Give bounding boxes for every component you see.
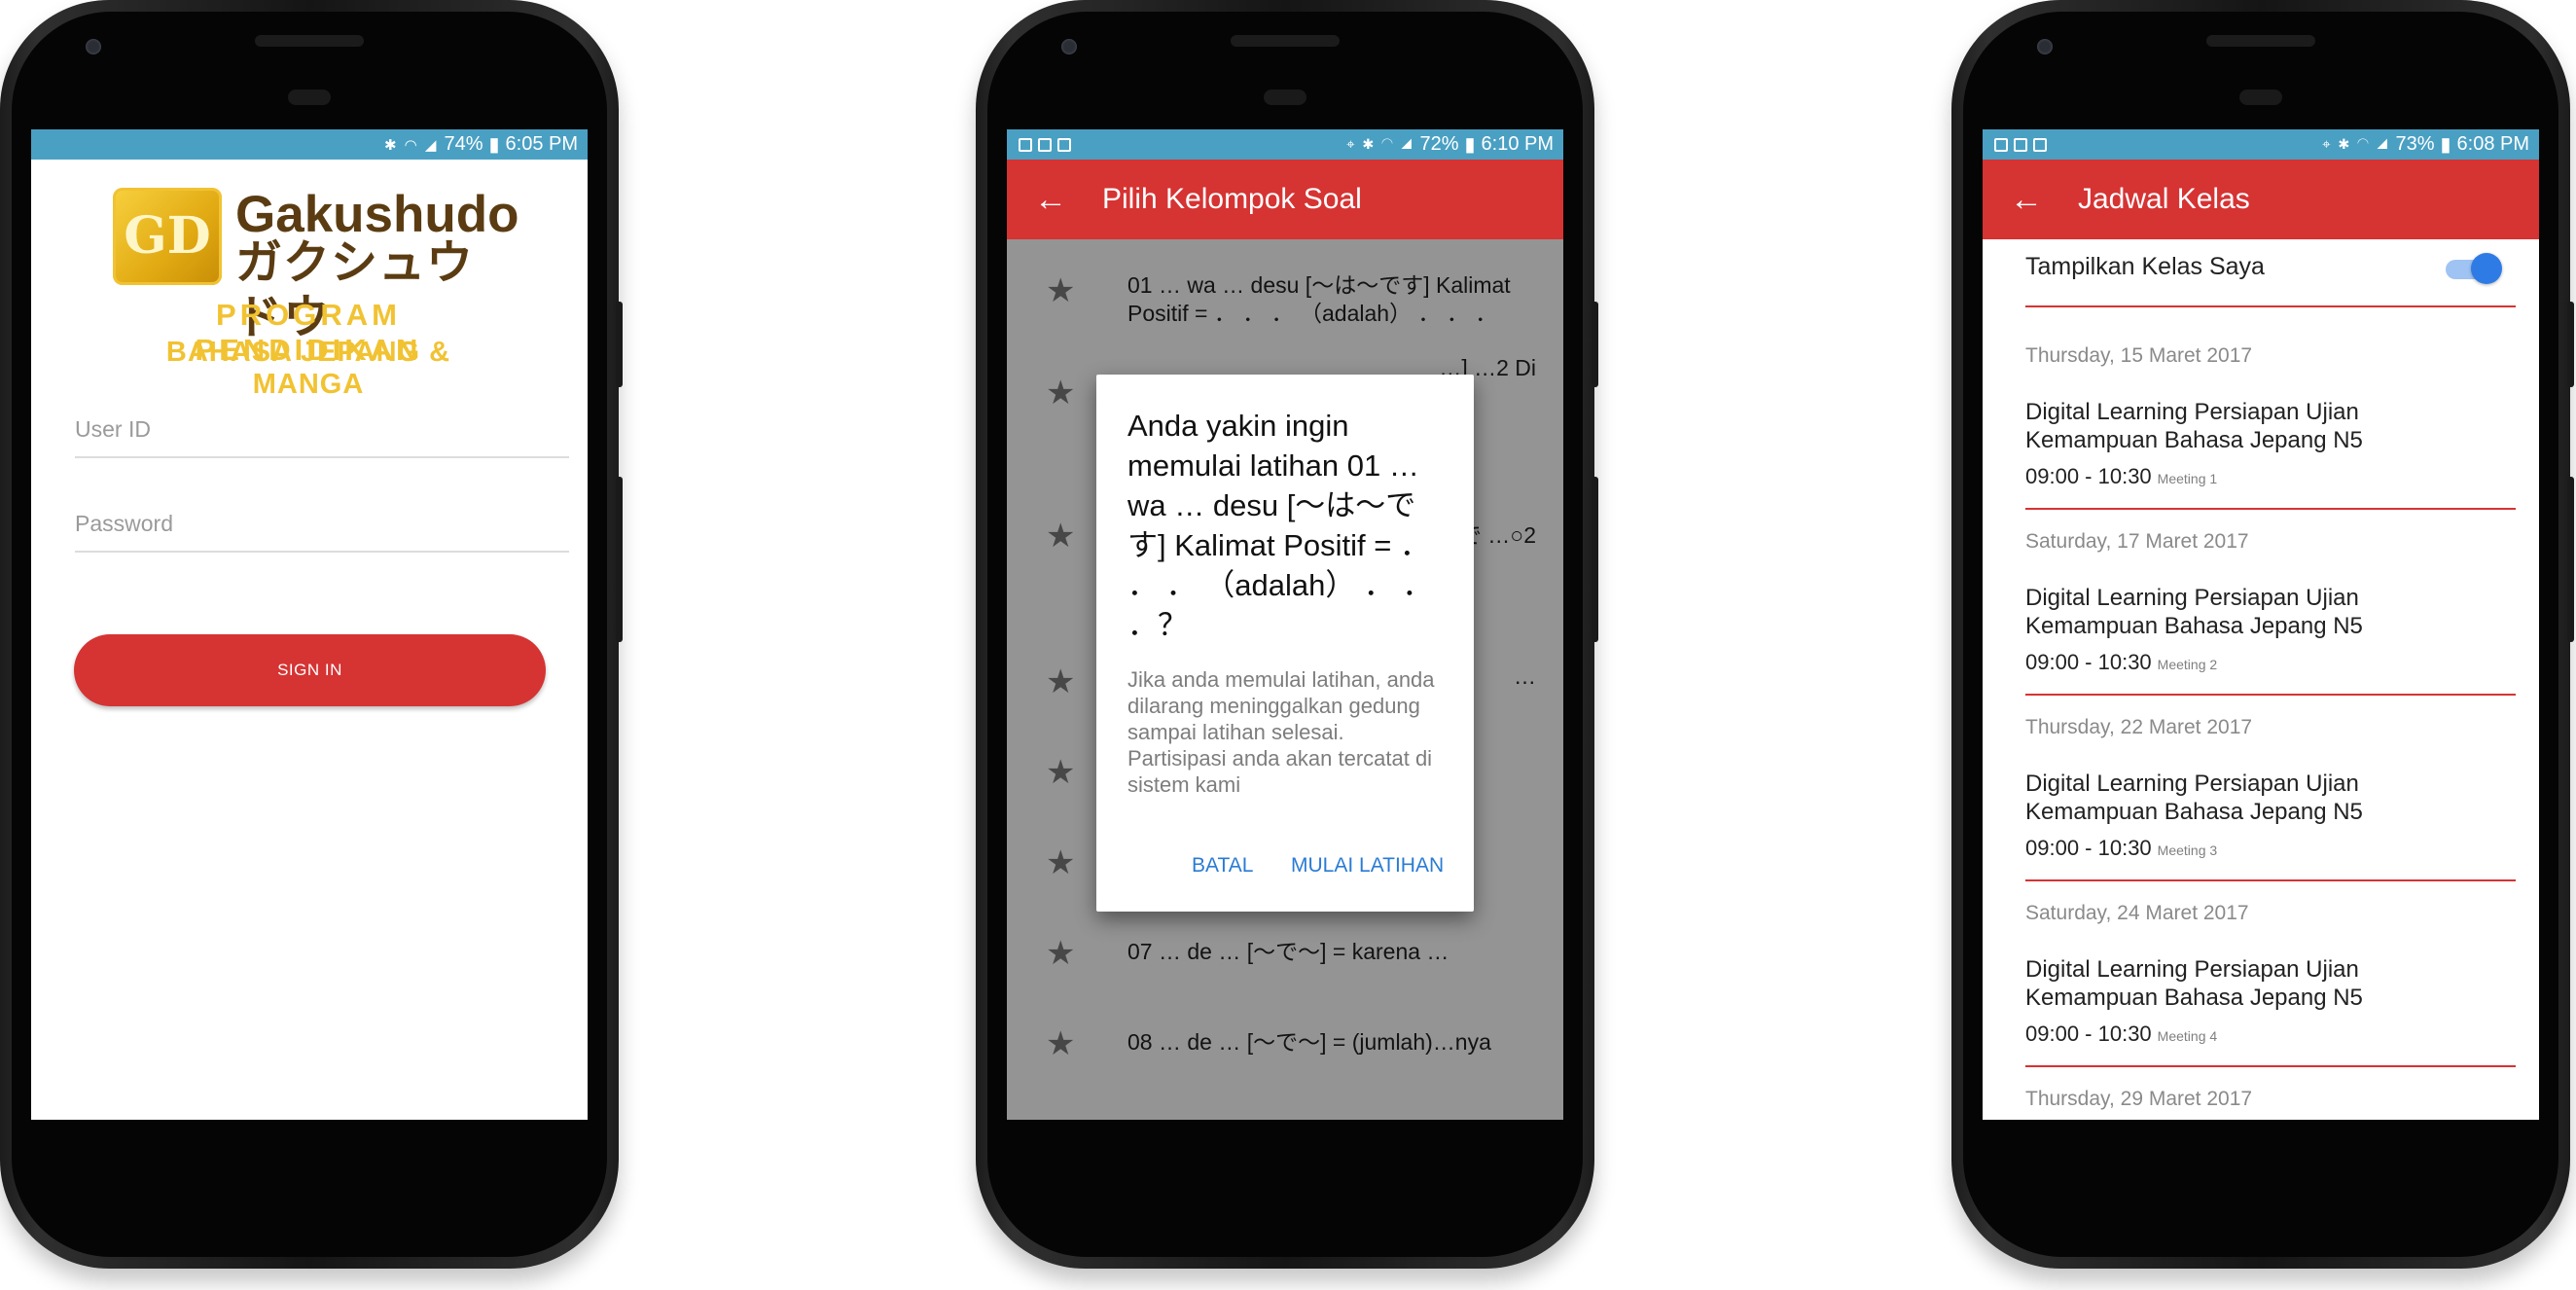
meeting-label: Meeting 1: [2157, 471, 2218, 486]
schedule-time: 09:00 - 10:30 Meeting 1: [2025, 464, 2218, 488]
schedule-date: Thursday, 15 Maret 2017: [2025, 344, 2253, 367]
schedule-time: 09:00 - 10:30 Meeting 4: [2025, 1021, 2218, 1046]
userid-field: [75, 408, 569, 458]
page-title: Pilih Kelompok Soal: [1102, 183, 1362, 215]
phone-question-groups: ⌖ ✱ ◠ ◢ 72% ▮ 6:10 PM ← Pilih Kelompok S…: [976, 0, 1598, 1269]
status-bar: ⌖ ✱ ◠ ◢ 73% ▮ 6:08 PM: [1983, 129, 2539, 160]
userid-input[interactable]: [75, 408, 569, 450]
notification-icons: [1019, 137, 1071, 152]
course-title: Digital Learning Persiapan Ujian Kemampu…: [2025, 399, 2363, 453]
status-bar: ⌖ ✱ ◠ ◢ 72% ▮ 6:10 PM: [1007, 129, 1563, 160]
gd-logo-icon: GD: [113, 188, 222, 285]
dialog-title: Anda yakin ingin memulai latihan 01 … wa…: [1127, 409, 1433, 642]
sensor: [2239, 90, 2282, 105]
status-bar: ✱ ◠ ◢ 74% ▮ 6:05 PM: [31, 129, 588, 160]
clock: 6:10 PM: [1481, 133, 1554, 155]
front-camera: [2037, 39, 2053, 54]
schedule-date: Saturday, 24 Maret 2017: [2025, 902, 2249, 924]
schedule-screen: ⌖ ✱ ◠ ◢ 73% ▮ 6:08 PM ← Jadwal Kelas Tam…: [1983, 129, 2539, 1120]
location-bluetooth-wifi-signal-icon: ⌖ ✱ ◠ ◢: [2322, 136, 2390, 153]
password-input[interactable]: [75, 502, 569, 545]
front-camera: [86, 39, 101, 54]
schedule-time: 09:00 - 10:30 Meeting 3: [2025, 836, 2218, 860]
my-classes-switch[interactable]: [2446, 253, 2502, 284]
back-arrow-icon[interactable]: ←: [1034, 181, 1102, 219]
confirm-dialog: Anda yakin ingin memulai latihan 01 … wa…: [1096, 375, 1474, 912]
power-button: [616, 477, 623, 642]
password-field: [75, 502, 569, 553]
power-button: [2567, 477, 2574, 642]
battery-level: 72%: [1419, 133, 1459, 155]
schedule-date: Thursday, 29 Maret 2017: [2025, 1088, 2253, 1110]
meeting-label: Meeting 3: [2157, 842, 2218, 858]
page-title: Jadwal Kelas: [2078, 183, 2250, 215]
volume-button: [2567, 302, 2574, 387]
earpiece-speaker: [255, 35, 364, 47]
divider: [2025, 879, 2516, 881]
sign-in-button[interactable]: SIGN IN: [74, 634, 546, 706]
logo-subtitle: BAHASA JEPANG & MANGA: [165, 337, 451, 400]
course-title: Digital Learning Persiapan Ujian Kemampu…: [2025, 956, 2363, 1011]
schedule-date: Saturday, 17 Maret 2017: [2025, 530, 2249, 553]
bluetooth-wifi-signal-icon: ✱ ◠ ◢: [383, 136, 439, 154]
switch-knob: [2471, 253, 2502, 284]
course-title: Digital Learning Persiapan Ujian Kemampu…: [2025, 770, 2363, 825]
back-arrow-icon[interactable]: ←: [2010, 181, 2078, 219]
app-bar: ← Jadwal Kelas: [1983, 160, 2539, 239]
start-exercise-button[interactable]: MULAI LATIHAN: [1285, 853, 1449, 878]
clock: 6:05 PM: [505, 133, 578, 155]
meeting-label: Meeting 4: [2157, 1028, 2218, 1044]
battery-icon: ▮: [1464, 134, 1476, 156]
divider: [2025, 508, 2516, 510]
volume-button: [616, 302, 623, 387]
sensor: [288, 90, 331, 105]
notification-icons: [1994, 137, 2047, 152]
earpiece-speaker: [2206, 35, 2315, 47]
battery-icon: ▮: [488, 134, 500, 156]
my-classes-toggle-row: Tampilkan Kelas Saya: [2025, 239, 2516, 307]
phone-login: ✱ ◠ ◢ 74% ▮ 6:05 PM GD Gakushudo ガクシュウドウ…: [0, 0, 623, 1269]
dialog-message: Jika anda memulai latihan, anda dilarang…: [1127, 667, 1435, 797]
earpiece-speaker: [1231, 35, 1340, 47]
sensor: [1264, 90, 1306, 105]
login-screen: ✱ ◠ ◢ 74% ▮ 6:05 PM GD Gakushudo ガクシュウドウ…: [31, 129, 588, 1120]
power-button: [1592, 477, 1598, 642]
question-group-screen: ⌖ ✱ ◠ ◢ 72% ▮ 6:10 PM ← Pilih Kelompok S…: [1007, 129, 1563, 1120]
battery-icon: ▮: [2440, 134, 2451, 156]
location-bluetooth-wifi-signal-icon: ⌖ ✱ ◠ ◢: [1346, 136, 1414, 153]
meeting-label: Meeting 2: [2157, 657, 2218, 672]
schedule-date: Thursday, 22 Maret 2017: [2025, 716, 2253, 738]
volume-button: [1592, 302, 1598, 387]
cancel-button[interactable]: BATAL: [1186, 853, 1259, 878]
divider: [2025, 694, 2516, 696]
course-title: Digital Learning Persiapan Ujian Kemampu…: [2025, 585, 2363, 639]
battery-level: 73%: [2395, 133, 2435, 155]
front-camera: [1061, 39, 1077, 54]
toggle-label: Tampilkan Kelas Saya: [2025, 253, 2265, 280]
logo-name: Gakushudo: [235, 186, 519, 243]
clock: 6:08 PM: [2456, 133, 2529, 155]
battery-level: 74%: [444, 133, 483, 155]
app-bar: ← Pilih Kelompok Soal: [1007, 160, 1563, 239]
phone-class-schedule: ⌖ ✱ ◠ ◢ 73% ▮ 6:08 PM ← Jadwal Kelas Tam…: [1951, 0, 2574, 1269]
schedule-time: 09:00 - 10:30 Meeting 2: [2025, 650, 2218, 674]
divider: [2025, 1065, 2516, 1067]
